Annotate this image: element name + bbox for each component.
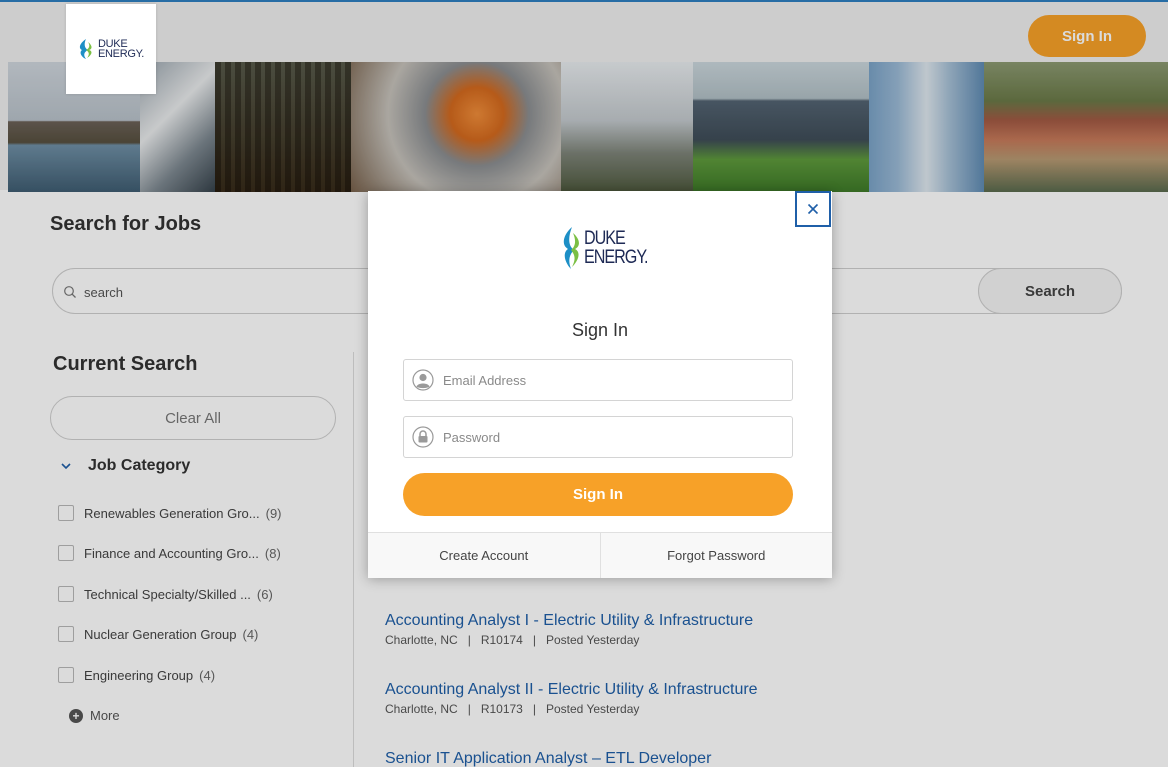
duke-energy-logo: DUKE ENERGY. (76, 38, 144, 60)
logo-wordmark: DUKE ENERGY. (584, 228, 648, 268)
dialog-title: Sign In (571, 320, 629, 340)
email-field[interactable]: Email Address (403, 359, 793, 401)
duke-energy-flame-icon (79, 39, 92, 59)
email-placeholder: Email Address (443, 373, 527, 388)
create-account-link[interactable]: Create Account (368, 533, 600, 578)
user-icon (412, 369, 434, 391)
logo-wordmark: DUKE ENERGY. (98, 38, 144, 60)
dialog-footer: Create Account Forgot Password (368, 532, 832, 578)
logo-box[interactable]: DUKE ENERGY. (66, 4, 156, 94)
close-button[interactable] (795, 191, 831, 227)
sign-in-button[interactable]: Sign In (403, 473, 793, 516)
forgot-password-link[interactable]: Forgot Password (599, 533, 833, 578)
sign-in-dialog: DUKE ENERGY. Sign In Email Address Passw… (368, 191, 832, 578)
duke-energy-flame-icon (563, 227, 579, 269)
password-field[interactable]: Password (403, 416, 793, 458)
duke-energy-logo: DUKE ENERGY. (560, 225, 659, 271)
lock-icon (412, 426, 434, 448)
password-placeholder: Password (443, 430, 501, 445)
close-icon (807, 203, 819, 215)
